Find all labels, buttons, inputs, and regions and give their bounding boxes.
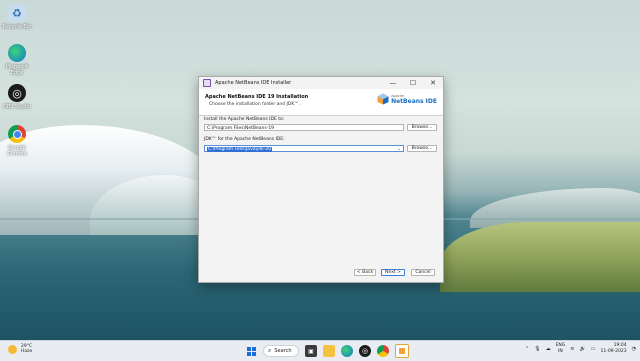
weather-widget[interactable]: 29°C Haze bbox=[8, 344, 32, 354]
install-folder-field[interactable]: C:\Program Files\NetBeans-19 bbox=[204, 124, 404, 131]
chevron-up-icon[interactable]: ⌃ bbox=[525, 346, 529, 352]
obs-icon: ◎ bbox=[8, 84, 26, 102]
taskbar: 29°C Haze ⌕ Search ▣ ◎ ⌃ 🎙 ☁ ENG IN ≋ 🔊 … bbox=[0, 340, 640, 361]
chrome-icon bbox=[8, 125, 26, 143]
jdk-label: JDK™ for the Apache NetBeans IDE: bbox=[204, 137, 285, 142]
chevron-down-icon[interactable]: ⌄ bbox=[397, 146, 401, 153]
windows-icon bbox=[246, 346, 256, 356]
clock[interactable]: 19:04 11-09-2023 bbox=[600, 343, 626, 355]
installer-dialog: Apache NetBeans IDE Installer — ☐ ✕ Apac… bbox=[198, 76, 444, 283]
lang-bottom: IN bbox=[558, 349, 563, 354]
clock-date: 11-09-2023 bbox=[600, 349, 627, 354]
volume-icon[interactable]: 🔊 bbox=[580, 346, 586, 352]
netbeans-logo: Apache NetBeans IDE bbox=[377, 93, 437, 105]
system-tray: ⌃ 🎙 ☁ ENG IN ≋ 🔊 ▭ 19:04 11-09-2023 ◔ bbox=[525, 343, 636, 355]
microphone-icon[interactable]: 🎙 bbox=[534, 346, 540, 352]
browse-jdk-button[interactable]: Browse... bbox=[407, 145, 437, 152]
cancel-button[interactable]: Cancel bbox=[411, 269, 435, 276]
minimize-button[interactable]: — bbox=[383, 77, 403, 89]
back-button[interactable]: < Back bbox=[354, 269, 376, 276]
edge-icon bbox=[8, 44, 26, 62]
grass-shore bbox=[440, 222, 640, 292]
installation-title: Apache NetBeans IDE 19 Installation bbox=[205, 94, 309, 100]
search-icon: ⌕ bbox=[268, 347, 272, 354]
sun-haze-icon bbox=[8, 344, 17, 354]
jdk-select[interactable]: C:\Program Files\Java\jdk-20 ⌄ bbox=[204, 145, 404, 152]
netbeans-cube-icon bbox=[377, 93, 389, 105]
desktop-icon-recycle-bin[interactable]: ♻ Recycle Bin bbox=[2, 4, 32, 30]
cloud-icon[interactable]: ☁ bbox=[546, 346, 551, 352]
next-button[interactable]: Next > bbox=[381, 269, 405, 276]
notification-icon[interactable]: ◔ bbox=[632, 346, 636, 352]
close-button[interactable]: ✕ bbox=[423, 77, 443, 89]
taskbar-center: ⌕ Search ▣ ◎ bbox=[245, 344, 409, 358]
start-button[interactable] bbox=[245, 345, 257, 357]
title-bar[interactable]: Apache NetBeans IDE Installer — ☐ ✕ bbox=[199, 77, 443, 89]
edge-taskbar-icon[interactable] bbox=[341, 345, 353, 357]
installation-subtitle: Choose the installation folder and JDK™. bbox=[209, 102, 301, 107]
desktop-icon-edge[interactable]: Microsoft Edge bbox=[2, 44, 32, 76]
obs-taskbar-icon[interactable]: ◎ bbox=[359, 345, 371, 357]
browse-install-button[interactable]: Browse... bbox=[407, 124, 437, 131]
window-title: Apache NetBeans IDE Installer bbox=[215, 80, 292, 86]
desktop-icon-obs[interactable]: ◎ OBS Studio bbox=[2, 84, 32, 110]
desktop-icon-chrome[interactable]: Google Chrome bbox=[2, 125, 32, 157]
install-folder-value: C:\Program Files\NetBeans-19 bbox=[207, 126, 275, 131]
netbeans-taskbar-icon[interactable] bbox=[395, 344, 409, 358]
wifi-icon[interactable]: ≋ bbox=[570, 346, 574, 352]
language-indicator[interactable]: ENG IN bbox=[556, 343, 566, 355]
header-panel: Apache NetBeans IDE 19 Installation Choo… bbox=[199, 89, 443, 116]
recycle-bin-icon: ♻ bbox=[8, 4, 26, 22]
task-view-icon[interactable]: ▣ bbox=[305, 345, 317, 357]
logo-netbeans-text: NetBeans IDE bbox=[391, 98, 437, 105]
maximize-button[interactable]: ☐ bbox=[403, 77, 423, 89]
weather-desc: Haze bbox=[21, 349, 33, 354]
file-explorer-icon[interactable] bbox=[323, 345, 335, 357]
battery-icon[interactable]: ▭ bbox=[591, 346, 596, 352]
chrome-taskbar-icon[interactable] bbox=[377, 345, 389, 357]
search-label: Search bbox=[274, 348, 292, 354]
install-folder-label: Install the Apache NetBeans IDE to: bbox=[204, 117, 285, 122]
netbeans-app-icon bbox=[203, 79, 211, 87]
jdk-selected-value: C:\Program Files\Java\jdk-20 bbox=[207, 147, 273, 152]
taskbar-search[interactable]: ⌕ Search bbox=[263, 345, 299, 357]
